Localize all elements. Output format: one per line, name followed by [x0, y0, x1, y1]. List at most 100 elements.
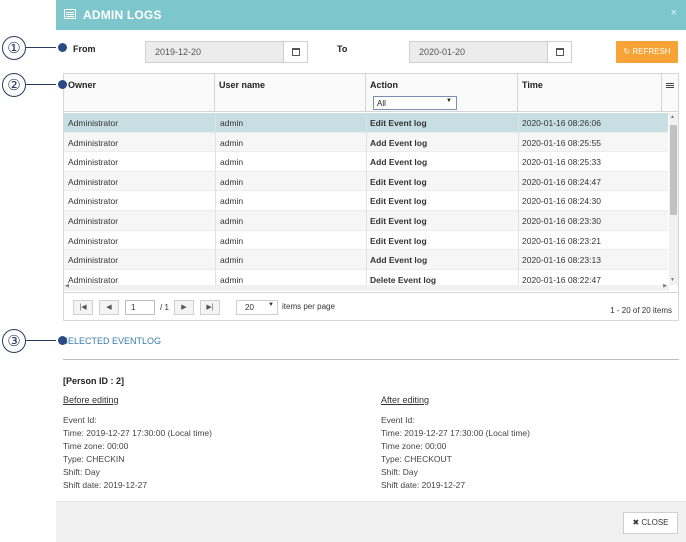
- detail-line: Shift date: 2019-12-27: [63, 480, 148, 490]
- time-cell: 2020-01-16 08:26:06: [522, 118, 601, 128]
- owner-cell: Administrator: [68, 235, 119, 246]
- person-id: [Person ID : 2]: [63, 376, 125, 386]
- user-name-cell: admin: [220, 118, 244, 128]
- scrollbar-thumb[interactable]: [670, 125, 677, 215]
- user-name-cell: admin: [220, 215, 244, 226]
- action-cell: Edit Event log: [370, 215, 427, 226]
- user-name-cell: admin: [220, 255, 244, 266]
- selected-eventlog-title: SELECTED EVENTLOG: [62, 336, 162, 346]
- list-icon: [64, 9, 76, 19]
- close-button[interactable]: ✖ CLOSE: [623, 512, 678, 534]
- user-name-cell: admin: [220, 196, 244, 207]
- page-number-input[interactable]: 1: [125, 300, 155, 315]
- callout-dot: [58, 336, 67, 345]
- detail-line: Event Id:: [63, 415, 97, 425]
- detail-line: Time zone: 00:00: [381, 441, 447, 451]
- hamburger-icon: [666, 83, 674, 84]
- column-divider: [215, 113, 216, 285]
- detail-line: Type: CHECKIN: [63, 454, 125, 464]
- dropdown-arrow-icon: ▼: [268, 302, 274, 308]
- after-editing-details: Event Id: Time: 2019-12-27 17:30:00 (Loc…: [381, 414, 530, 492]
- section-divider: [63, 359, 679, 360]
- detail-line: Time: 2019-12-27 17:30:00 (Local time): [381, 428, 530, 438]
- detail-line: Event Id:: [381, 415, 415, 425]
- from-label: From: [73, 44, 96, 54]
- before-editing-title: Before editing: [63, 395, 119, 405]
- to-label: To: [337, 44, 348, 54]
- column-header-time[interactable]: Time: [518, 74, 662, 112]
- modal-footer: ✖ CLOSE: [56, 501, 686, 542]
- owner-cell: Administrator: [68, 274, 119, 285]
- user-name-cell: admin: [220, 157, 244, 168]
- scroll-left-icon[interactable]: ◀: [65, 283, 69, 289]
- time-cell: 2020-01-16 08:25:33: [522, 157, 601, 168]
- detail-line: Shift: Day: [381, 467, 418, 477]
- scroll-down-icon[interactable]: ▼: [670, 277, 675, 283]
- modal-header: ADMIN LOGS ×: [56, 0, 686, 30]
- refresh-button[interactable]: ↻ REFRESH: [616, 41, 678, 63]
- detail-line: Time: 2019-12-27 17:30:00 (Local time): [63, 428, 212, 438]
- last-page-button[interactable]: ▶|: [200, 300, 220, 315]
- horizontal-scrollbar[interactable]: ◀ ▶: [64, 283, 669, 291]
- owner-cell: Administrator: [68, 196, 119, 207]
- detail-line: Shift date: 2019-12-27: [381, 480, 466, 490]
- to-date-value: 2020-01-20: [419, 47, 466, 57]
- owner-cell: Administrator: [68, 118, 119, 128]
- vertical-scrollbar[interactable]: ▲ ▼: [669, 113, 678, 285]
- calendar-icon: [292, 48, 300, 56]
- owner-cell: Administrator: [68, 255, 119, 266]
- column-header-user-name[interactable]: User name: [215, 74, 366, 112]
- to-date-input[interactable]: 2020-01-20: [409, 41, 572, 63]
- time-cell: 2020-01-16 08:25:55: [522, 137, 601, 148]
- next-page-button[interactable]: ▶: [174, 300, 194, 315]
- detail-line: Shift: Day: [63, 467, 100, 477]
- action-cell: Add Event log: [370, 255, 428, 266]
- items-per-page-select[interactable]: 20 ▼: [236, 300, 278, 315]
- items-per-page-value: 20: [245, 303, 254, 312]
- admin-logs-grid: Owner User name Action Time All ▼ Admini…: [63, 73, 679, 321]
- admin-logs-modal: ADMIN LOGS × From 2019-12-20 To 2020-01-…: [56, 0, 686, 542]
- calendar-icon: [556, 48, 564, 56]
- column-menu-button[interactable]: [662, 74, 678, 112]
- owner-cell: Administrator: [68, 157, 119, 168]
- action-filter-select[interactable]: All ▼: [373, 96, 457, 110]
- action-cell: Edit Event log: [370, 118, 427, 128]
- scroll-up-icon[interactable]: ▲: [670, 114, 675, 120]
- detail-line: Type: CHECKOUT: [381, 454, 452, 464]
- detail-line: Time zone: 00:00: [63, 441, 129, 451]
- callout-number: ②: [2, 73, 26, 97]
- before-editing-details: Event Id: Time: 2019-12-27 17:30:00 (Loc…: [63, 414, 212, 492]
- user-name-cell: admin: [220, 137, 244, 148]
- grid-pager: |◀ ◀ 1 / 1 ▶ ▶| 20 ▼ items per page 1 - …: [64, 292, 678, 320]
- modal-title: ADMIN LOGS: [83, 8, 162, 22]
- user-name-cell: admin: [220, 274, 244, 285]
- close-icon[interactable]: ×: [671, 7, 677, 19]
- action-cell: Edit Event log: [370, 235, 427, 246]
- to-calendar-button[interactable]: [547, 42, 571, 62]
- column-divider: [366, 113, 367, 285]
- action-cell: Delete Event log: [370, 274, 437, 285]
- prev-page-button[interactable]: ◀: [99, 300, 119, 315]
- callout-number: ③: [2, 329, 26, 353]
- items-per-page-label: items per page: [282, 302, 335, 311]
- from-date-input[interactable]: 2019-12-20: [145, 41, 308, 63]
- time-cell: 2020-01-16 08:23:13: [522, 255, 601, 266]
- action-cell: Edit Event log: [370, 196, 427, 207]
- first-page-button[interactable]: |◀: [73, 300, 93, 315]
- scroll-right-icon[interactable]: ▶: [663, 283, 667, 289]
- action-cell: Add Event log: [370, 157, 428, 168]
- time-cell: 2020-01-16 08:22:47: [522, 274, 601, 285]
- owner-cell: Administrator: [68, 215, 119, 226]
- from-calendar-button[interactable]: [283, 42, 307, 62]
- from-date-value: 2019-12-20: [155, 47, 202, 57]
- callout-dot: [58, 43, 67, 52]
- column-divider: [518, 113, 519, 285]
- time-cell: 2020-01-16 08:24:30: [522, 196, 601, 207]
- time-cell: 2020-01-16 08:23:30: [522, 215, 601, 226]
- user-name-cell: admin: [220, 176, 244, 187]
- user-name-cell: admin: [220, 235, 244, 246]
- action-cell: Edit Event log: [370, 176, 427, 187]
- owner-cell: Administrator: [68, 137, 119, 148]
- column-header-owner[interactable]: Owner: [64, 74, 215, 112]
- dropdown-arrow-icon: ▼: [446, 98, 452, 104]
